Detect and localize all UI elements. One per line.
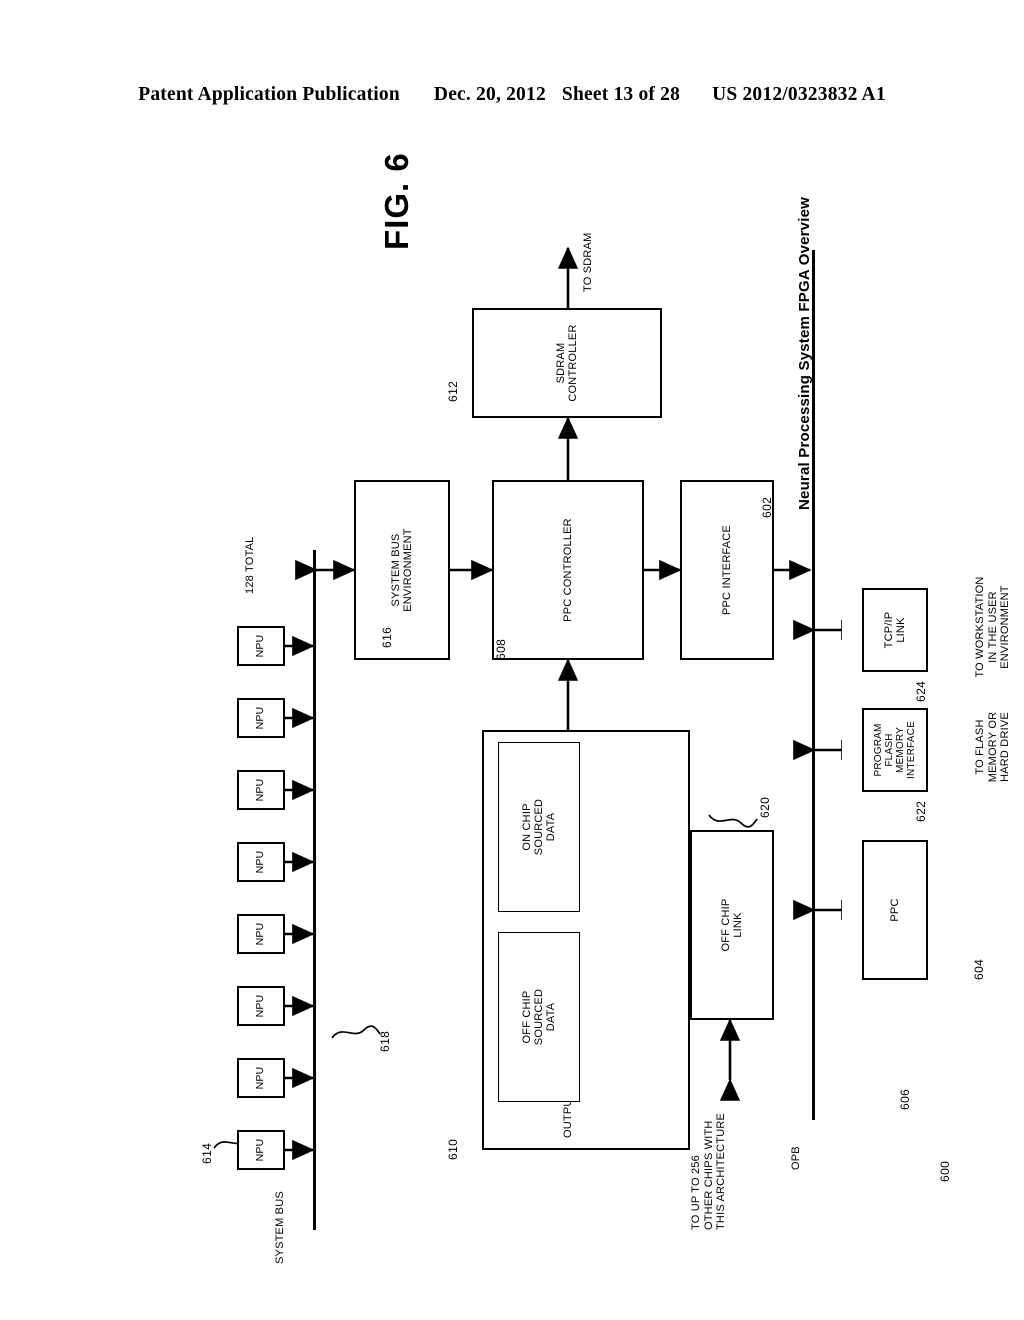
block-program-flash-memory-interface[interactable]: PROGRAM FLASH MEMORY INTERFACE [862, 708, 928, 792]
npu-label: NPU [254, 634, 267, 658]
ref-606: 606 [898, 1088, 912, 1110]
to-sdram-label: TO SDRAM [582, 232, 594, 292]
opb-label: OPB [790, 1146, 802, 1170]
system-bus-label: SYSTEM BUS [274, 1191, 286, 1264]
ref-600: 600 [938, 1160, 952, 1182]
npu-label: NPU [254, 1138, 267, 1162]
figure-caption: Neural Processing System FPGA Overview [796, 196, 813, 510]
npu-block-7[interactable]: NPU [237, 698, 285, 738]
block-label: SDRAM CONTROLLER [554, 324, 579, 402]
ref-610: 610 [446, 1138, 460, 1160]
ref-624: 624 [914, 680, 928, 702]
ref-618: 618 [378, 1030, 392, 1052]
block-label: PPC INTERFACE [720, 525, 733, 616]
block-tcpip-link[interactable]: TCP/IP LINK [862, 588, 928, 672]
block-system-bus-environment[interactable]: SYSTEM BUS ENVIRONMENT [354, 480, 450, 660]
npu-block-1[interactable]: NPU [237, 1130, 285, 1170]
npu-block-8[interactable]: NPU [237, 626, 285, 666]
npu-label: NPU [254, 706, 267, 730]
block-label: OFF CHIP SOURCED DATA [520, 988, 558, 1046]
npu-label: NPU [254, 994, 267, 1018]
npu-block-4[interactable]: NPU [237, 914, 285, 954]
npu-block-6[interactable]: NPU [237, 770, 285, 810]
npu-block-2[interactable]: NPU [237, 1058, 285, 1098]
header-publication: Patent Application Publication [138, 84, 400, 105]
ref-604: 604 [972, 958, 986, 980]
npu-total-label: 128 TOTAL [244, 536, 256, 594]
block-on-chip-sourced-data[interactable]: ON CHIP SOURCED DATA [498, 742, 580, 912]
block-label: TCP/IP LINK [882, 611, 907, 649]
to-other-chips-label: TO UP TO 256 OTHER CHIPS WITH THIS ARCHI… [690, 1112, 728, 1230]
block-label: ON CHIP SOURCED DATA [520, 798, 558, 856]
header-date: Dec. 20, 2012 [433, 84, 546, 105]
ref-614: 614 [200, 1142, 214, 1164]
ref-608: 608 [494, 638, 508, 660]
block-label: PROGRAM FLASH MEMORY INTERFACE [872, 721, 918, 779]
block-label: PPC CONTROLLER [561, 518, 574, 622]
page-header: Patent Application Publication Dec. 20, 2… [0, 84, 1024, 106]
block-off-chip-sourced-data[interactable]: OFF CHIP SOURCED DATA [498, 932, 580, 1102]
npu-block-5[interactable]: NPU [237, 842, 285, 882]
block-label: OFF CHIP LINK [719, 898, 744, 952]
ref-620: 620 [758, 796, 772, 818]
system-bus-line [313, 550, 316, 1230]
ref-616: 616 [380, 626, 394, 648]
block-ppc[interactable]: PPC [862, 840, 928, 980]
npu-label: NPU [254, 778, 267, 802]
block-sdram-controller[interactable]: SDRAM CONTROLLER [472, 308, 662, 418]
block-ppc-controller[interactable]: PPC CONTROLLER [492, 480, 644, 660]
block-label: PPC [888, 898, 901, 922]
npu-label: NPU [254, 850, 267, 874]
ref-602: 602 [760, 496, 774, 518]
npu-block-3[interactable]: NPU [237, 986, 285, 1026]
header-patent-number: US 2012/0323832 A1 [712, 84, 886, 105]
block-label: SYSTEM BUS ENVIRONMENT [389, 528, 414, 612]
to-workstation-label: TO WORKSTATION IN THE USER ENVIRONMENT [974, 576, 1012, 678]
npu-label: NPU [254, 1066, 267, 1090]
header-sheet: Sheet 13 of 28 [561, 84, 681, 105]
figure-container: NPU NPU NPU NPU NPU NPU NPU NPU 614 128 … [182, 110, 1011, 1270]
ref-612: 612 [446, 380, 460, 402]
ref-622: 622 [914, 800, 928, 822]
figure-canvas: NPU NPU NPU NPU NPU NPU NPU NPU 614 128 … [182, 110, 1011, 1270]
block-off-chip-link[interactable]: OFF CHIP LINK [690, 830, 774, 1020]
figure-number: FIG. 6 [378, 152, 415, 250]
npu-label: NPU [254, 922, 267, 946]
